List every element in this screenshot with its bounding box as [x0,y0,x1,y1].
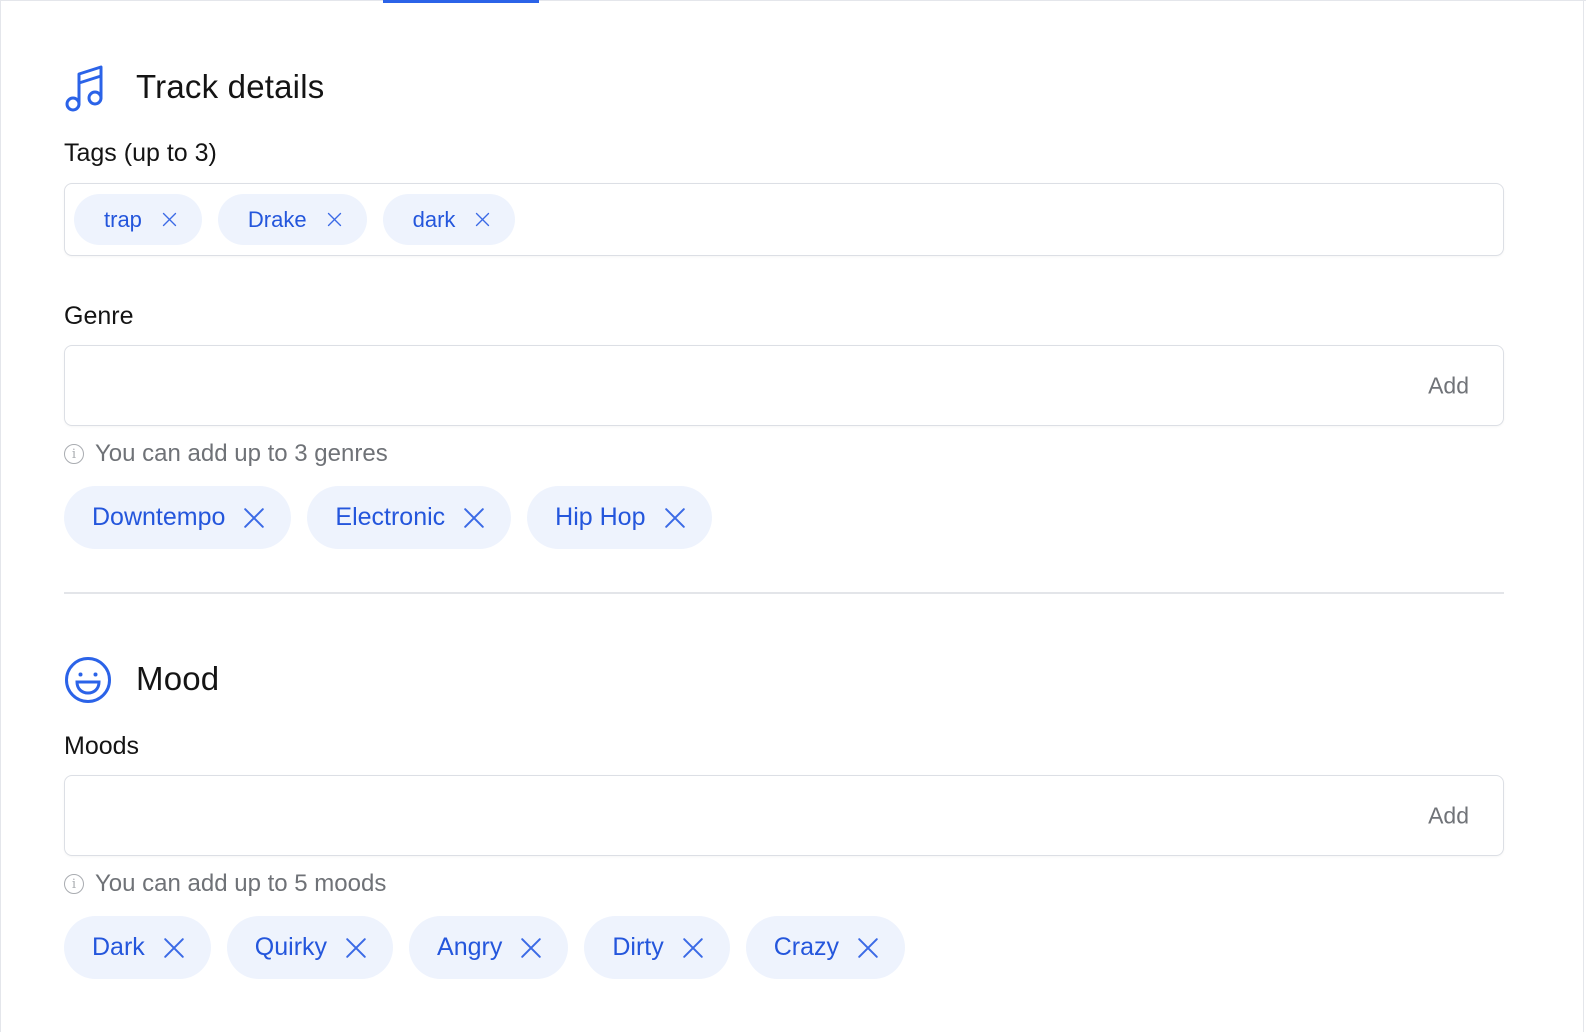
mood-chip[interactable]: Quirky [226,916,394,979]
genre-chip-label: Electronic [335,503,446,531]
tag-chip[interactable]: trap [74,194,202,245]
moods-input[interactable]: Add [64,775,1504,856]
genre-chip[interactable]: Electronic [307,486,512,549]
tags-chip-list: trap Drake dark [74,194,531,245]
genre-chip[interactable]: Hip Hop [527,486,712,549]
tag-chip-label: Drake [247,206,307,232]
genre-input[interactable]: Add [64,345,1504,426]
moods-hint: i You can add up to 5 moods [64,870,386,898]
moods-add-button[interactable]: Add [1428,802,1469,829]
close-icon[interactable] [664,507,686,529]
genre-label: Genre [64,302,134,330]
close-icon[interactable] [345,937,367,959]
mood-chip-label: Crazy [773,933,840,961]
moods-chip-list: Dark Quirky Angry Dirty Crazy [64,916,921,979]
genre-chip[interactable]: Downtempo [64,486,292,549]
close-icon[interactable] [682,937,704,959]
close-icon[interactable] [327,212,342,227]
moods-label: Moods [64,732,140,760]
close-icon[interactable] [163,937,185,959]
tags-input[interactable]: trap Drake dark [64,183,1504,256]
genre-chip-label: Downtempo [92,503,226,531]
music-note-icon [64,64,106,119]
tags-label: Tags (up to 3) [64,139,217,167]
mood-chip[interactable]: Crazy [745,916,906,979]
genre-chip-list: Downtempo Electronic Hip Hop [64,486,728,549]
track-details-title: Track details [136,68,325,105]
mood-chip[interactable]: Dark [64,916,211,979]
top-border [0,0,1586,1]
active-tab-indicator [383,0,539,3]
tag-chip[interactable]: Drake [217,194,367,245]
mood-chip-label: Quirky [254,933,328,961]
genre-hint: i You can add up to 3 genres [64,440,388,468]
smiley-face-icon [64,656,112,709]
mood-title: Mood [136,660,220,697]
info-icon: i [64,874,84,894]
mood-chip-label: Dark [92,933,145,961]
genre-add-button[interactable]: Add [1428,372,1469,399]
genre-hint-text: You can add up to 3 genres [95,440,388,467]
close-icon[interactable] [162,212,177,227]
tag-chip-label: dark [412,206,456,232]
tag-chip[interactable]: dark [382,194,516,245]
close-icon[interactable] [520,937,542,959]
mood-chip-label: Dirty [612,933,664,961]
mood-chip[interactable]: Angry [409,916,569,979]
close-icon[interactable] [463,507,485,529]
mood-chip-label: Angry [437,933,503,961]
close-icon[interactable] [857,937,879,959]
section-divider [64,592,1504,594]
genre-chip-label: Hip Hop [555,503,646,531]
mood-chip[interactable]: Dirty [584,916,730,979]
info-icon: i [64,444,84,464]
close-icon[interactable] [475,212,490,227]
tag-chip-label: trap [104,206,142,232]
close-icon[interactable] [243,507,265,529]
moods-hint-text: You can add up to 5 moods [95,870,387,897]
